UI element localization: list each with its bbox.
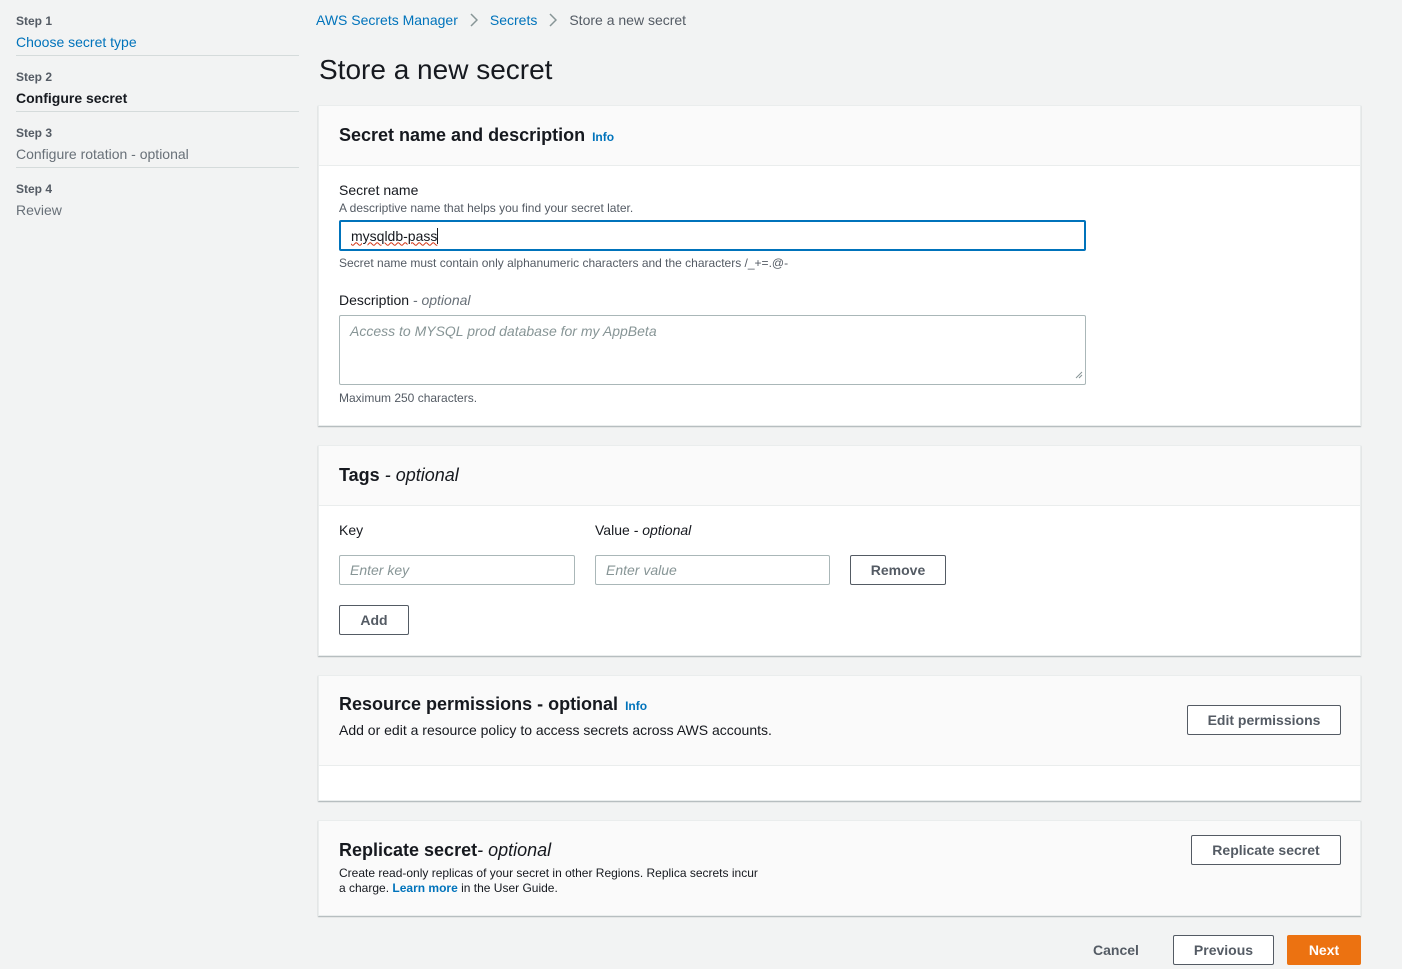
replicate-secret-button[interactable]: Replicate secret	[1191, 835, 1341, 865]
breadcrumb-current: Store a new secret	[569, 12, 687, 28]
breadcrumb-secrets[interactable]: Secrets	[490, 12, 537, 28]
secret-name-input[interactable]: mysqldb-pass	[339, 220, 1086, 251]
remove-tag-button[interactable]: Remove	[850, 555, 946, 585]
resource-permissions-panel: Resource permissions - optional Info Add…	[318, 675, 1361, 801]
step-2: Step 2 Configure secret	[16, 56, 299, 112]
replicate-description: Create read-only replicas of your secret…	[339, 866, 758, 895]
info-link[interactable]: Info	[625, 699, 647, 713]
step-link-choose-secret-type[interactable]: Choose secret type	[16, 33, 299, 51]
edit-permissions-button[interactable]: Edit permissions	[1187, 705, 1341, 735]
step-number: Step 3	[16, 126, 53, 140]
breadcrumb: AWS Secrets Manager Secrets Store a new …	[316, 11, 686, 29]
description-constraint: Maximum 250 characters.	[339, 391, 478, 405]
step-4: Step 4 Review	[16, 168, 299, 224]
step-title-configure-secret: Configure secret	[16, 90, 128, 106]
panel-header: Tags - optional	[319, 446, 1360, 506]
page-title: Store a new secret	[319, 54, 553, 85]
tag-key-label: Key	[339, 522, 364, 538]
step-number: Step 1	[16, 14, 53, 28]
chevron-right-icon	[549, 13, 558, 27]
previous-button[interactable]: Previous	[1173, 935, 1274, 965]
panel-title: Secret name and description Info	[339, 125, 615, 145]
secret-name-description: A descriptive name that helps you find y…	[339, 201, 634, 215]
step-1: Step 1 Choose secret type	[16, 0, 299, 56]
secret-name-panel: Secret name and description Info Secret …	[318, 105, 1361, 426]
step-title-configure-rotation: Configure rotation - optional	[16, 146, 189, 162]
panel-title: Replicate secret- optional	[339, 840, 552, 860]
next-button[interactable]: Next	[1287, 935, 1361, 965]
breadcrumb-secrets-manager[interactable]: AWS Secrets Manager	[316, 12, 458, 28]
step-title-review: Review	[16, 202, 62, 218]
panel-header: Resource permissions - optional Info Add…	[319, 676, 1360, 766]
tag-key-input[interactable]: Enter key	[339, 555, 575, 585]
text-cursor	[437, 227, 439, 244]
step-number: Step 2	[16, 70, 53, 84]
panel-title: Tags - optional	[339, 465, 459, 485]
tags-panel: Tags - optional Key Value - optional Ent…	[318, 445, 1361, 656]
replicate-secret-panel: Replicate secret- optional Create read-o…	[318, 820, 1361, 916]
panel-header: Secret name and description Info	[319, 106, 1360, 166]
learn-more-link[interactable]: Learn more	[392, 881, 457, 895]
secret-name-constraint: Secret name must contain only alphanumer…	[339, 256, 789, 270]
wizard-steps: Step 1 Choose secret type Step 2 Configu…	[16, 0, 299, 224]
secret-name-value: mysqldb-pass	[351, 227, 438, 244]
info-link[interactable]: Info	[592, 130, 614, 144]
permissions-description: Add or edit a resource policy to access …	[339, 722, 772, 738]
description-textarea[interactable]: Access to MYSQL prod database for my App…	[339, 315, 1086, 385]
resize-handle-icon[interactable]	[1075, 366, 1083, 382]
step-number: Step 4	[16, 182, 53, 196]
step-3: Step 3 Configure rotation - optional	[16, 112, 299, 168]
secret-name-label: Secret name	[339, 182, 419, 198]
chevron-right-icon	[470, 13, 478, 27]
panel-title: Resource permissions - optional Info	[339, 694, 648, 714]
description-label: Description - optional	[339, 292, 471, 308]
tag-value-input[interactable]: Enter value	[595, 555, 830, 585]
add-tag-button[interactable]: Add	[339, 605, 409, 635]
tag-value-label: Value - optional	[595, 522, 692, 538]
cancel-button[interactable]: Cancel	[1080, 935, 1152, 965]
